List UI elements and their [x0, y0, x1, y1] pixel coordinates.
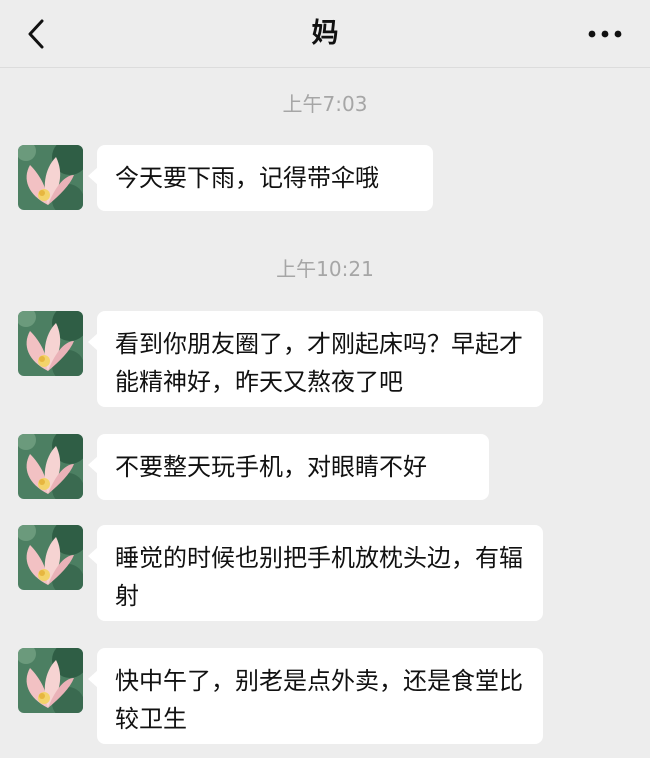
chat-timestamp: 上午10:21	[276, 257, 374, 281]
message-bubble[interactable]: 不要整天玩手机，对眼睛不好	[88, 434, 489, 500]
message-bubble[interactable]: 快中午了，别老是点外卖，还是食堂比较卫生	[88, 648, 543, 744]
message-bubble[interactable]: 今天要下雨，记得带伞哦	[88, 145, 433, 211]
avatar[interactable]	[18, 525, 83, 590]
message-bubble[interactable]: 看到你朋友圈了，才刚起床吗？早起才能精神好，昨天又熬夜了吧	[88, 311, 543, 407]
more-options-button[interactable]	[580, 14, 630, 54]
avatar[interactable]	[18, 648, 83, 713]
avatar[interactable]	[18, 145, 83, 210]
chat-title: 妈	[311, 18, 339, 49]
more-horizontal-icon	[588, 30, 622, 38]
chat-timestamp: 上午7:03	[282, 92, 368, 116]
message-bubble[interactable]: 睡觉的时候也别把手机放枕头边，有辐射	[88, 525, 543, 621]
top-navigation-bar: 妈	[0, 0, 650, 68]
avatar[interactable]	[18, 434, 83, 499]
avatar[interactable]	[18, 311, 83, 376]
